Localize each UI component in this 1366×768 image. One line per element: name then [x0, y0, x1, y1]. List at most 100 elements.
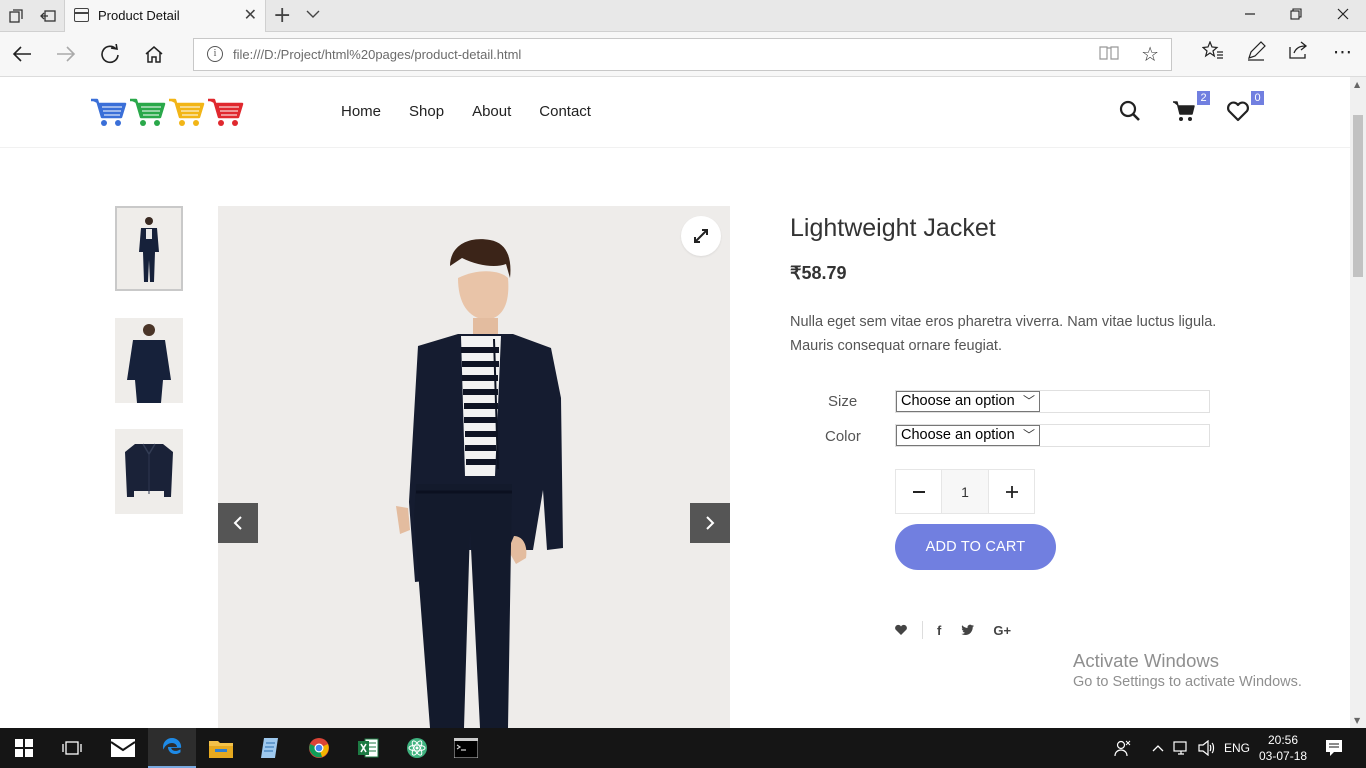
- nav-contact[interactable]: Contact: [539, 103, 591, 120]
- divider: [922, 621, 923, 639]
- prev-image-button[interactable]: [218, 503, 258, 543]
- add-to-wishlist-heart-icon[interactable]: [894, 621, 908, 640]
- reading-view-icon[interactable]: [1099, 45, 1119, 65]
- file-explorer-icon[interactable]: [197, 728, 245, 768]
- share-icon[interactable]: [1288, 41, 1310, 64]
- windows-taskbar: ENG 20:56 03-07-18: [0, 728, 1366, 768]
- language-indicator[interactable]: ENG: [1224, 728, 1250, 768]
- nav-home[interactable]: Home: [341, 103, 381, 120]
- wishlist-count-badge: 0: [1251, 91, 1264, 105]
- tab-close-icon[interactable]: ✕: [244, 5, 257, 24]
- size-label: Size: [828, 393, 858, 410]
- chrome-icon[interactable]: [295, 728, 343, 768]
- color-field: Choose an option ﹀: [895, 424, 1210, 447]
- model-photo: [396, 239, 563, 728]
- set-tabs-aside-icon[interactable]: [38, 6, 58, 26]
- more-icon[interactable]: ⋯: [1333, 41, 1352, 63]
- nav-about[interactable]: About: [472, 103, 511, 120]
- facebook-icon[interactable]: f: [937, 623, 941, 638]
- network-icon[interactable]: [1173, 728, 1191, 768]
- minimize-icon[interactable]: [1244, 6, 1256, 24]
- page-viewport: Home Shop About Contact 2 0 Lightweight …: [0, 77, 1366, 728]
- quantity-increase-button[interactable]: [989, 470, 1034, 513]
- cart-count-badge: 2: [1197, 91, 1210, 105]
- excel-icon[interactable]: [344, 728, 392, 768]
- site-logo[interactable]: [90, 95, 244, 127]
- chevron-left-icon: [233, 516, 242, 530]
- page-scrollbar[interactable]: ▲ ▼: [1350, 77, 1366, 728]
- task-view-icon[interactable]: [48, 728, 96, 768]
- scroll-down-icon[interactable]: ▼: [1354, 716, 1360, 725]
- edge-browser-icon[interactable]: [148, 728, 196, 768]
- minus-icon: [912, 490, 925, 493]
- page-icon: [74, 8, 89, 22]
- next-image-button[interactable]: [690, 503, 730, 543]
- size-select-value: Choose an option: [901, 393, 1015, 409]
- new-tab-icon[interactable]: +: [273, 3, 291, 28]
- activate-windows-watermark: Activate Windows Go to Settings to activ…: [1073, 650, 1302, 690]
- clock[interactable]: 20:56 03-07-18: [1259, 732, 1307, 764]
- watermark-subtitle: Go to Settings to activate Windows.: [1073, 674, 1302, 690]
- plus-icon: [1005, 485, 1018, 498]
- chevron-down-icon[interactable]: [306, 7, 320, 23]
- product-thumbnail-front[interactable]: [115, 206, 183, 291]
- expand-image-button[interactable]: [681, 216, 721, 256]
- chevron-right-icon: [706, 516, 715, 530]
- product-price: ₹58.79: [790, 263, 847, 283]
- main-nav: Home Shop About Contact: [341, 103, 591, 120]
- browser-tab-bar: Product Detail ✕ +: [0, 0, 1366, 32]
- watermark-title: Activate Windows: [1073, 650, 1219, 671]
- product-main-image[interactable]: [218, 206, 730, 728]
- cart-icon[interactable]: 2: [1172, 91, 1210, 125]
- refresh-icon[interactable]: [97, 41, 123, 67]
- show-hidden-icons-chevron-up-icon[interactable]: [1152, 728, 1164, 768]
- people-icon[interactable]: [1114, 728, 1132, 768]
- favorites-hub-icon[interactable]: [1201, 40, 1224, 66]
- quantity-decrease-button[interactable]: [896, 470, 941, 513]
- size-select[interactable]: Choose an option ﹀: [896, 391, 1040, 412]
- color-select[interactable]: Choose an option ﹀: [896, 425, 1040, 446]
- logo-cart-red: [208, 98, 244, 126]
- product-description: Nulla eget sem vitae eros pharetra viver…: [790, 314, 1217, 354]
- notepad-icon[interactable]: [246, 728, 294, 768]
- google-plus-icon[interactable]: G+: [993, 623, 1011, 638]
- add-to-cart-button[interactable]: ADD TO CART: [895, 524, 1056, 570]
- twitter-icon[interactable]: [961, 621, 975, 640]
- thumbnail-image: [127, 324, 171, 403]
- windows-start-icon[interactable]: [0, 728, 48, 768]
- back-icon[interactable]: [9, 41, 35, 67]
- nav-shop[interactable]: Shop: [409, 103, 444, 120]
- color-label: Color: [825, 428, 861, 445]
- command-prompt-icon[interactable]: [442, 728, 490, 768]
- tabs-aside-icon[interactable]: [6, 6, 26, 26]
- quantity-stepper: 1: [895, 469, 1035, 514]
- scroll-up-icon[interactable]: ▲: [1354, 80, 1360, 89]
- url-field[interactable]: i file:///D:/Project/html%20pages/produc…: [193, 38, 1172, 71]
- atom-editor-icon[interactable]: [393, 728, 441, 768]
- forward-icon[interactable]: [53, 41, 79, 67]
- thumbnail-image: [139, 217, 159, 282]
- logo-cart-green: [130, 98, 166, 126]
- site-header: Home Shop About Contact 2 0: [0, 77, 1350, 148]
- pen-notes-icon[interactable]: [1246, 41, 1266, 66]
- tab-title: Product Detail: [98, 8, 180, 23]
- action-center-icon[interactable]: [1325, 728, 1343, 768]
- product-thumbnail-back[interactable]: [115, 318, 183, 403]
- address-bar: i file:///D:/Project/html%20pages/produc…: [0, 32, 1366, 77]
- volume-icon[interactable]: [1198, 728, 1216, 768]
- url-text[interactable]: file:///D:/Project/html%20pages/product-…: [233, 47, 521, 62]
- close-window-icon[interactable]: [1337, 6, 1349, 24]
- mail-icon[interactable]: [99, 728, 147, 768]
- restore-icon[interactable]: [1290, 6, 1302, 24]
- share-row: f G+: [894, 620, 1011, 640]
- quantity-input[interactable]: 1: [941, 470, 989, 513]
- scroll-thumb[interactable]: [1353, 115, 1363, 277]
- tab-product-detail[interactable]: Product Detail ✕: [64, 0, 266, 32]
- wishlist-heart-icon[interactable]: 0: [1226, 91, 1264, 125]
- size-field: Choose an option ﹀: [895, 390, 1210, 413]
- product-thumbnail-jacket[interactable]: [115, 429, 183, 514]
- search-icon[interactable]: [1118, 99, 1144, 125]
- home-icon[interactable]: [141, 41, 167, 67]
- info-icon[interactable]: i: [207, 46, 223, 62]
- favorite-star-icon[interactable]: ☆: [1141, 42, 1159, 66]
